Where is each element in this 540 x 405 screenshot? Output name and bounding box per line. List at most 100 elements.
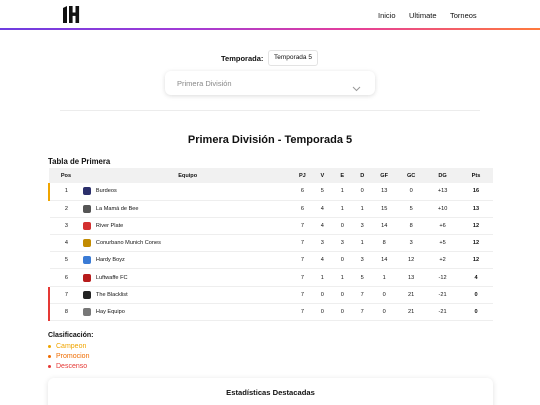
table-row[interactable]: 8 Hay Equipo 7 0 0 7 0 21 -21 0 xyxy=(48,303,493,322)
cell-gc: 8 xyxy=(396,217,427,236)
col-dg: DG xyxy=(426,168,460,183)
section-divider xyxy=(60,110,480,111)
cell-d: 3 xyxy=(352,217,373,236)
cell-v: 5 xyxy=(312,183,333,201)
team-name[interactable]: Hay Equipo xyxy=(96,309,125,315)
cell-pj: 7 xyxy=(292,217,313,236)
col-equipo: Equipo xyxy=(82,168,293,183)
legend-descenso: Descenso xyxy=(48,363,87,370)
standings-table: Pos Equipo PJ V E D GF GC DG Pts 1 Burdeo… xyxy=(48,168,493,322)
division-select-value: Primera División xyxy=(177,79,232,88)
cell-pos: 4 xyxy=(49,234,83,253)
legend-title: Clasificación: xyxy=(48,332,94,339)
col-pj: PJ xyxy=(292,168,313,183)
team-name[interactable]: Luftwaffe FC xyxy=(96,275,128,281)
nav-ultimate[interactable]: Ultimate xyxy=(409,11,437,20)
cell-e: 1 xyxy=(332,268,353,287)
col-pts: Pts xyxy=(459,168,493,183)
table-row[interactable]: 3 River Plate 7 4 0 3 14 8 +6 12 xyxy=(49,217,493,236)
table-header-row: Pos Equipo PJ V E D GF GC DG Pts xyxy=(49,168,493,183)
stats-card: Estadísticas Destacadas xyxy=(48,378,493,405)
cell-pos: 1 xyxy=(48,183,83,201)
team-name[interactable]: Conurbano Munich Cones xyxy=(96,240,161,246)
team-name[interactable]: Hardy Boyz xyxy=(96,257,125,263)
cell-dg: +10 xyxy=(426,200,460,218)
cell-d: 7 xyxy=(352,303,373,322)
cell-e: 1 xyxy=(332,183,353,201)
team-name[interactable]: River Plate xyxy=(96,223,123,229)
cell-d: 1 xyxy=(352,234,373,253)
cell-dg: -21 xyxy=(426,303,460,322)
cell-pj: 7 xyxy=(292,251,313,270)
cell-e: 3 xyxy=(332,234,353,253)
cell-e: 0 xyxy=(332,217,353,236)
cell-team: Luftwaffe FC xyxy=(82,268,293,287)
cell-e: 0 xyxy=(332,286,353,304)
cell-v: 4 xyxy=(312,217,333,236)
cell-v: 0 xyxy=(312,286,333,304)
table-row[interactable]: 6 Luftwaffe FC 7 1 1 5 1 13 -12 4 xyxy=(49,268,493,287)
col-v: V xyxy=(312,168,333,183)
cell-team: La Mamá de Bee xyxy=(82,200,293,218)
legend-label: Promocion xyxy=(56,353,90,360)
cell-v: 3 xyxy=(312,234,333,253)
team-crest-icon xyxy=(82,221,91,230)
bullet-icon xyxy=(48,344,51,348)
cell-d: 3 xyxy=(352,251,373,270)
cell-gc: 3 xyxy=(396,234,427,253)
team-crest-icon xyxy=(82,273,91,282)
cell-d: 1 xyxy=(352,200,373,218)
table-row[interactable]: 1 Burdeos 6 5 1 0 13 0 +13 16 xyxy=(48,183,493,201)
cell-gc: 21 xyxy=(396,303,427,322)
cell-pts: 12 xyxy=(459,251,493,270)
cell-gc: 5 xyxy=(396,200,427,218)
cell-dg: +13 xyxy=(426,183,460,201)
cell-pos: 5 xyxy=(49,251,83,270)
team-name[interactable]: The Blacklist xyxy=(96,292,128,298)
cell-pj: 7 xyxy=(292,286,313,304)
table-row[interactable]: 4 Conurbano Munich Cones 7 3 3 1 8 3 +5 12 xyxy=(49,234,493,253)
cell-team: Conurbano Munich Cones xyxy=(82,234,293,253)
nav-torneos[interactable]: Torneos xyxy=(450,11,477,20)
cell-pj: 7 xyxy=(292,234,313,253)
cell-team: River Plate xyxy=(82,217,293,236)
cell-v: 4 xyxy=(312,251,333,270)
season-select[interactable]: Temporada 5 xyxy=(268,50,318,66)
page-title: Primera División - Temporada 5 xyxy=(187,134,353,146)
team-crest-icon xyxy=(82,307,91,316)
division-select[interactable]: Primera División xyxy=(165,71,375,95)
cell-v: 0 xyxy=(312,303,333,322)
col-gc: GC xyxy=(396,168,427,183)
cell-pj: 7 xyxy=(292,303,313,322)
brand-logo[interactable] xyxy=(62,6,80,23)
cell-pos: 8 xyxy=(48,303,83,322)
cell-team: The Blacklist xyxy=(82,286,293,304)
cell-pts: 12 xyxy=(459,217,493,236)
col-gf: GF xyxy=(372,168,397,183)
team-name[interactable]: Burdeos xyxy=(96,188,117,194)
cell-gf: 13 xyxy=(372,183,397,201)
team-crest-icon xyxy=(82,239,91,248)
cell-v: 4 xyxy=(312,200,333,218)
stats-title: Estadísticas Destacadas xyxy=(226,388,315,397)
cell-gc: 21 xyxy=(396,286,427,304)
legend-label: Descenso xyxy=(56,363,88,370)
legend-promocion: Promocion xyxy=(48,353,89,360)
table-row[interactable]: 7 The Blacklist 7 0 0 7 0 21 -21 0 xyxy=(48,286,493,304)
col-d: D xyxy=(352,168,373,183)
header-gradient-bar xyxy=(0,28,540,30)
cell-e: 0 xyxy=(332,303,353,322)
team-crest-icon xyxy=(82,187,91,196)
cell-pos: 3 xyxy=(49,217,83,236)
bullet-icon xyxy=(48,354,51,358)
cell-v: 1 xyxy=(312,268,333,287)
cell-d: 0 xyxy=(352,183,373,201)
table-title: Tabla de Primera xyxy=(48,157,111,166)
table-row[interactable]: 5 Hardy Boyz 7 4 0 3 14 12 +2 12 xyxy=(49,251,493,270)
nav-inicio[interactable]: Inicio xyxy=(378,11,396,20)
team-name[interactable]: La Mamá de Bee xyxy=(96,206,139,212)
table-row[interactable]: 2 La Mamá de Bee 6 4 1 1 15 5 +10 13 xyxy=(49,200,493,218)
cell-dg: +6 xyxy=(426,217,460,236)
cell-dg: -12 xyxy=(426,268,460,287)
cell-pts: 0 xyxy=(459,286,493,304)
